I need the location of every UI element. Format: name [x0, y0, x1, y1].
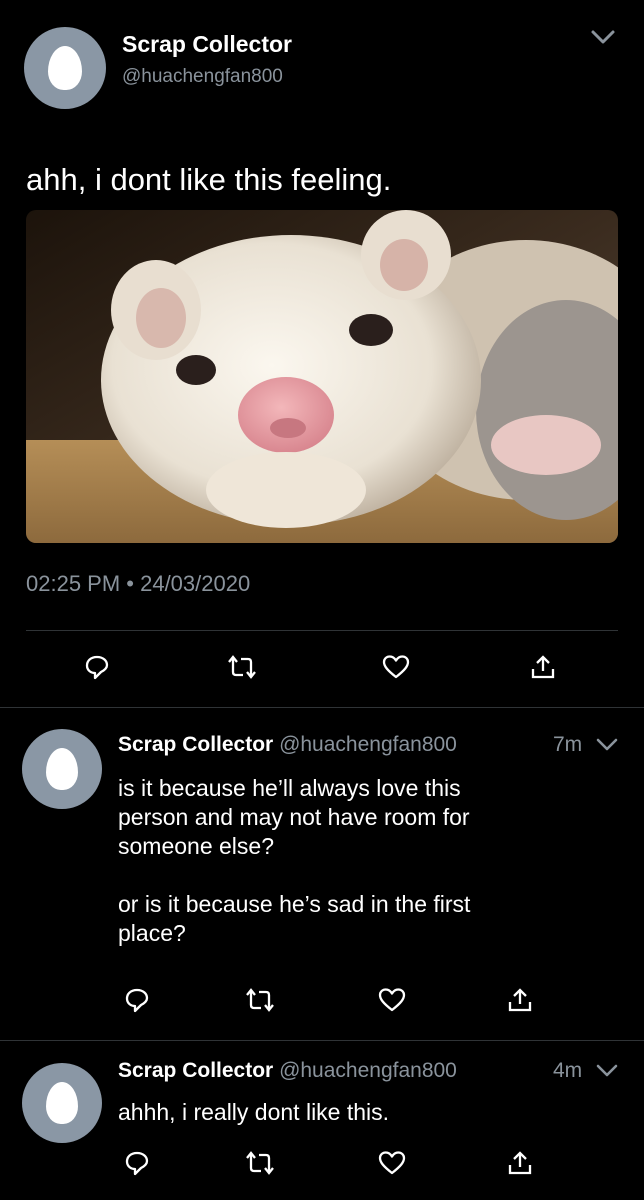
- like-icon: [378, 988, 406, 1012]
- avatar[interactable]: [22, 729, 102, 809]
- author-name[interactable]: Scrap Collector: [118, 1059, 273, 1082]
- like-button[interactable]: [372, 1143, 412, 1183]
- like-button[interactable]: [376, 647, 416, 687]
- reply-author[interactable]: Scrap Collector @huachengfan800: [118, 733, 457, 757]
- divider: [0, 1040, 644, 1041]
- like-icon: [378, 1151, 406, 1175]
- divider: [26, 630, 618, 631]
- reply-button[interactable]: [77, 647, 117, 687]
- share-icon: [508, 1151, 532, 1175]
- egg-avatar-icon: [48, 46, 82, 90]
- share-button[interactable]: [500, 1143, 540, 1183]
- reply-icon: [85, 655, 109, 680]
- author-name[interactable]: Scrap Collector: [118, 733, 273, 756]
- like-button[interactable]: [372, 980, 412, 1020]
- reply-icon: [125, 1151, 149, 1176]
- like-icon: [382, 655, 410, 679]
- reply-button[interactable]: [117, 1143, 157, 1183]
- author-handle[interactable]: @huachengfan800: [279, 1059, 457, 1082]
- share-button[interactable]: [523, 647, 563, 687]
- author-name[interactable]: Scrap Collector: [122, 31, 292, 58]
- share-button[interactable]: [500, 980, 540, 1020]
- chevron-down-icon[interactable]: [590, 28, 616, 46]
- retweet-button[interactable]: [240, 980, 280, 1020]
- retweet-icon: [246, 1151, 274, 1175]
- reply-icon: [125, 988, 149, 1013]
- reply-author[interactable]: Scrap Collector @huachengfan800: [118, 1059, 457, 1083]
- tweet-timestamp[interactable]: 02:25 PM • 24/03/2020: [26, 571, 250, 597]
- reply-text: ahhh, i really dont like this.: [118, 1099, 390, 1125]
- avatar[interactable]: [24, 27, 106, 109]
- chevron-down-icon[interactable]: [596, 737, 618, 752]
- reply-text: is it because he’ll always love this per…: [118, 775, 471, 946]
- retweet-button[interactable]: [240, 1143, 280, 1183]
- chevron-down-icon[interactable]: [596, 1063, 618, 1078]
- author-handle[interactable]: @huachengfan800: [279, 733, 457, 756]
- reply-button[interactable]: [117, 980, 157, 1020]
- share-icon: [508, 988, 532, 1012]
- retweet-button[interactable]: [222, 647, 262, 687]
- retweet-icon: [228, 655, 256, 679]
- egg-avatar-icon: [46, 1082, 78, 1124]
- egg-avatar-icon: [46, 748, 78, 790]
- tweet-media-image[interactable]: [26, 210, 618, 543]
- divider: [0, 707, 644, 708]
- reply-time[interactable]: 4m: [553, 1059, 582, 1083]
- retweet-icon: [246, 988, 274, 1012]
- avatar[interactable]: [22, 1063, 102, 1143]
- tweet-text: ahh, i dont like this feeling.: [26, 162, 392, 197]
- reply-time[interactable]: 7m: [553, 733, 582, 757]
- author-handle[interactable]: @huachengfan800: [122, 66, 283, 88]
- share-icon: [531, 655, 555, 679]
